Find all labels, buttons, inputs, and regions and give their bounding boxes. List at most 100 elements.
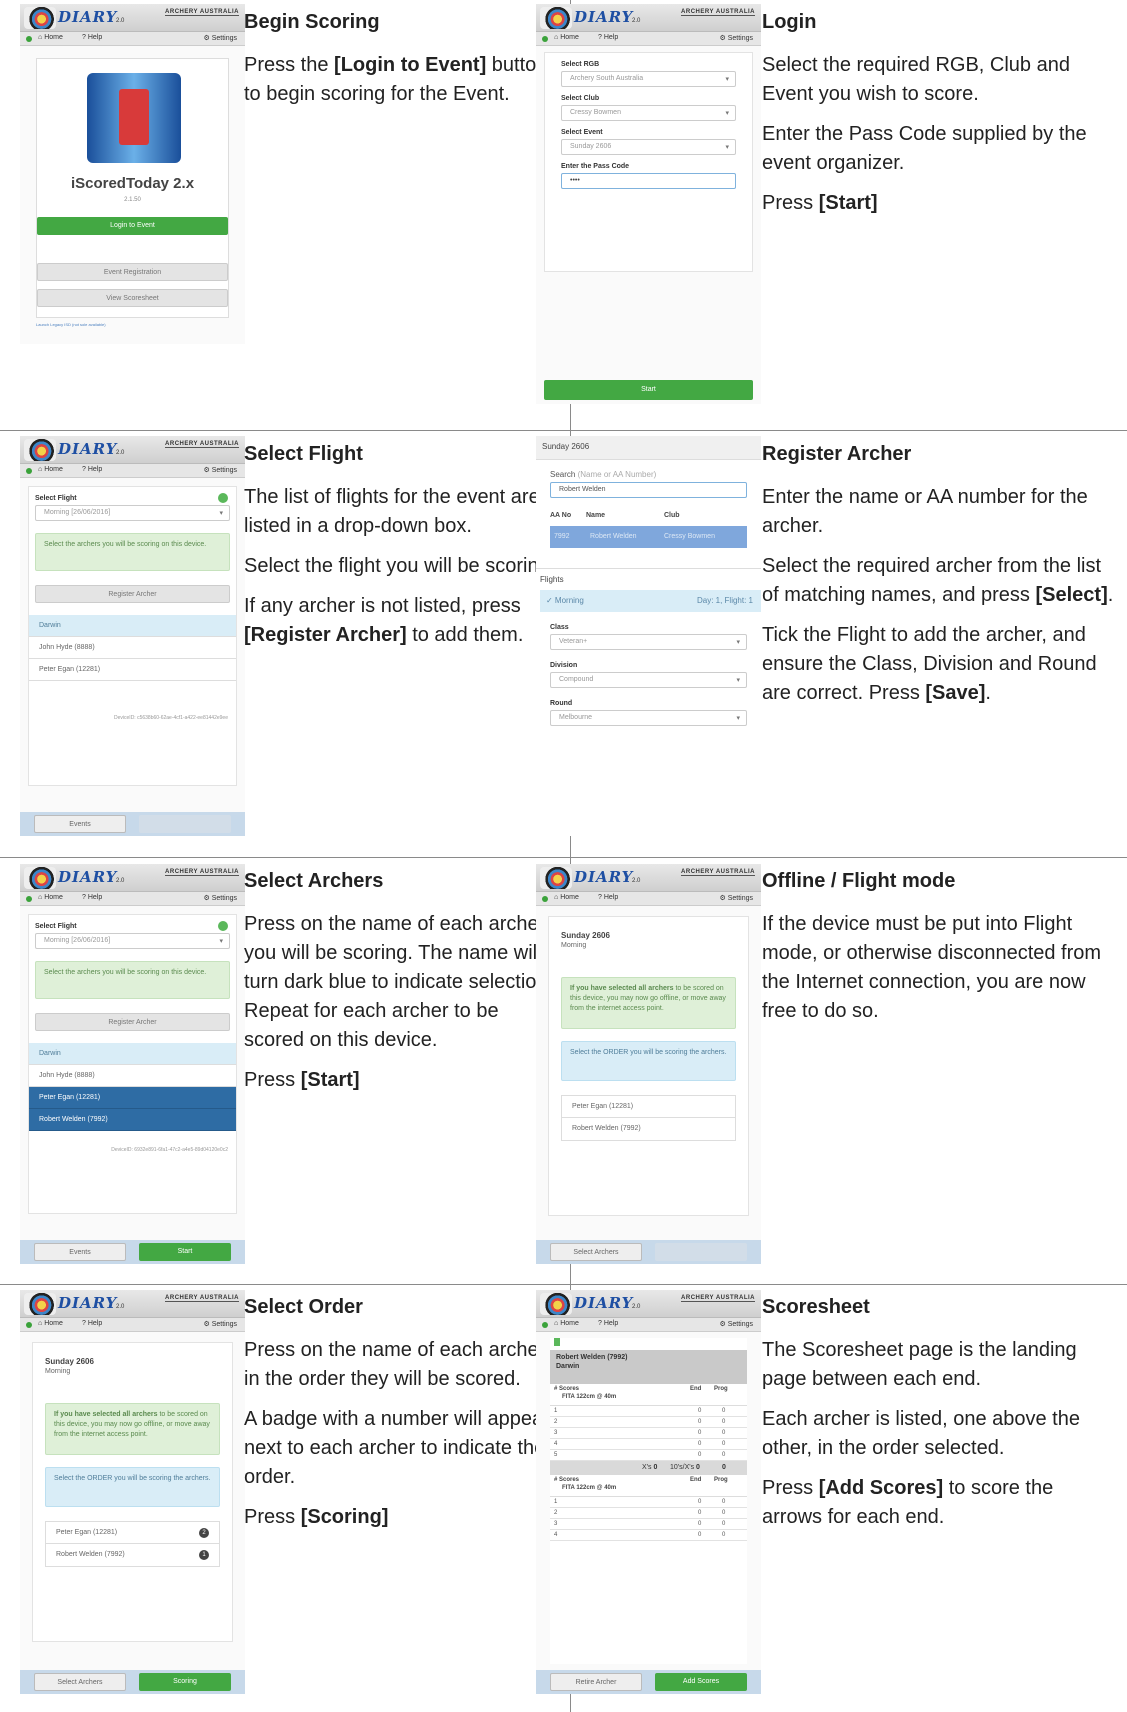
- legacy-link[interactable]: Launch Legacy ISD (not sole available): [36, 322, 229, 327]
- app-nav: ⌂ Home ? Help ⚙ Settings: [20, 1318, 245, 1332]
- home-link[interactable]: ⌂ Home: [554, 894, 579, 901]
- status-icon: [542, 36, 548, 42]
- home-link[interactable]: ⌂ Home: [554, 1320, 579, 1327]
- add-scores-button[interactable]: Add Scores: [655, 1673, 747, 1691]
- home-link[interactable]: ⌂ Home: [38, 1320, 63, 1327]
- select-archers-button[interactable]: Select Archers: [550, 1243, 642, 1261]
- archer-list-item-selected[interactable]: Robert Welden (7992): [29, 1109, 236, 1131]
- flight-label: Select Flight: [35, 923, 77, 930]
- app-version: 2.1.50: [124, 197, 141, 203]
- settings-link[interactable]: ⚙ Settings: [719, 894, 753, 902]
- phone-screenshot-scoresheet: DIARY 2.0 ARCHERY AUSTRALIA ⌂ Home ? Help ⚙…: [536, 1290, 761, 1694]
- retire-archer-button[interactable]: Retire Archer: [550, 1673, 642, 1691]
- target-icon: [24, 7, 56, 29]
- phone-screenshot-select-flight: DIARY 2.0 ARCHERY AUSTRALIA ⌂ Home ? Help ⚙…: [20, 436, 245, 836]
- step-paragraph: Press [Scoring]: [244, 1506, 389, 1528]
- round-select[interactable]: Melbourne ▾: [550, 710, 747, 726]
- order-info: Select the ORDER you will be scoring the…: [561, 1041, 736, 1081]
- scoring-button[interactable]: Scoring: [139, 1673, 231, 1691]
- archery-australia-logo: ARCHERY AUSTRALIA: [681, 869, 755, 876]
- flight-select[interactable]: Morning [26/06/2016] ▾: [35, 933, 230, 949]
- archer-list-item[interactable]: Robert Welden (7992) 1: [46, 1544, 219, 1566]
- chevron-down-icon: ▾: [725, 144, 729, 151]
- score-row: 300: [550, 1428, 747, 1439]
- settings-link[interactable]: ⚙ Settings: [203, 894, 237, 902]
- archer-list-item[interactable]: Peter Egan (12281): [562, 1096, 735, 1118]
- settings-link[interactable]: ⚙ Settings: [719, 1320, 753, 1328]
- rgb-select[interactable]: Archery South Australia ▾: [561, 71, 736, 87]
- archer-list-item-selected[interactable]: Peter Egan (12281): [29, 1087, 236, 1109]
- pass-code-input[interactable]: ••••: [561, 173, 736, 189]
- register-archer-button[interactable]: Register Archer: [35, 1013, 230, 1031]
- app-nav: ⌂ Home ? Help ⚙ Settings: [20, 32, 245, 46]
- diary-logo: DIARY 2.0: [24, 1292, 130, 1316]
- club-label: Select Club: [561, 95, 600, 102]
- event-title: Sunday 2606: [45, 1357, 94, 1366]
- club-select[interactable]: Cressy Bowmen ▾: [561, 105, 736, 121]
- events-button[interactable]: Events: [34, 1243, 126, 1261]
- pass-code-label: Enter the Pass Code: [561, 163, 630, 170]
- app-logo-image: [87, 73, 181, 163]
- archery-australia-logo: ARCHERY AUSTRALIA: [165, 441, 239, 448]
- target-icon: [540, 867, 572, 889]
- flight-checkbox-row[interactable]: ✓ Morning Day: 1, Flight: 1: [540, 590, 761, 612]
- login-to-event-button[interactable]: Login to Event: [37, 217, 228, 235]
- class-select[interactable]: Veteran+ ▾: [550, 634, 747, 650]
- offline-info: If you have selected all archers to be s…: [45, 1403, 220, 1455]
- step-title: Select Archers: [244, 870, 384, 892]
- start-button[interactable]: Start: [139, 815, 231, 833]
- help-link[interactable]: ? Help: [82, 466, 102, 473]
- home-link[interactable]: ⌂ Home: [554, 34, 579, 41]
- help-link[interactable]: ? Help: [82, 1320, 102, 1327]
- archer-list-item[interactable]: Robert Welden (7992): [562, 1118, 735, 1140]
- help-link[interactable]: ? Help: [598, 1320, 618, 1327]
- events-button[interactable]: Events: [34, 815, 126, 833]
- refresh-icon[interactable]: [218, 493, 228, 503]
- scoring-button[interactable]: Scoring: [655, 1243, 747, 1261]
- archer-list-item[interactable]: Darwin: [29, 615, 236, 637]
- event-title: Sunday 2606: [536, 436, 761, 460]
- archer-list-item[interactable]: John Hyde (8888): [29, 1065, 236, 1087]
- archer-list-item[interactable]: John Hyde (8888): [29, 637, 236, 659]
- step-title: Login: [762, 11, 817, 33]
- settings-link[interactable]: ⚙ Settings: [203, 34, 237, 42]
- flight-select[interactable]: Morning [26/06/2016] ▾: [35, 505, 230, 521]
- archery-australia-logo: ARCHERY AUSTRALIA: [165, 1295, 239, 1302]
- step-paragraph: The Scoresheet page is the landing page …: [762, 1339, 1077, 1390]
- archer-list-item[interactable]: Peter Egan (12281) 2: [46, 1522, 219, 1544]
- start-button[interactable]: Start: [544, 380, 753, 400]
- archer-list-item[interactable]: Darwin: [29, 1043, 236, 1065]
- step-title: Scoresheet: [762, 1296, 870, 1318]
- score-row: 300: [550, 1519, 747, 1530]
- register-archer-button[interactable]: Register Archer: [35, 585, 230, 603]
- select-archers-button[interactable]: Select Archers: [34, 1673, 126, 1691]
- start-button[interactable]: Start: [139, 1243, 231, 1261]
- event-select[interactable]: Sunday 2606 ▾: [561, 139, 736, 155]
- division-select[interactable]: Compound ▾: [550, 672, 747, 688]
- settings-link[interactable]: ⚙ Settings: [719, 34, 753, 42]
- help-link[interactable]: ? Help: [82, 34, 102, 41]
- settings-link[interactable]: ⚙ Settings: [203, 466, 237, 474]
- home-link[interactable]: ⌂ Home: [38, 466, 63, 473]
- refresh-icon[interactable]: [218, 921, 228, 931]
- help-link[interactable]: ? Help: [598, 894, 618, 901]
- step-title: Offline / Flight mode: [762, 870, 956, 892]
- rgb-label: Select RGB: [561, 61, 600, 68]
- flight-label: Select Flight: [35, 495, 77, 502]
- chevron-down-icon: ▾: [736, 715, 740, 722]
- view-scoresheet-button[interactable]: View Scoresheet: [37, 289, 228, 307]
- order-badge: 1: [199, 1550, 209, 1560]
- archer-list-item[interactable]: Peter Egan (12281): [29, 659, 236, 681]
- help-link[interactable]: ? Help: [598, 34, 618, 41]
- search-result-row[interactable]: 7992 Robert Welden Cressy Bowmen: [550, 526, 747, 548]
- phone-screenshot-select-order: DIARY 2.0 ARCHERY AUSTRALIA ⌂ Home ? Help ⚙…: [20, 1290, 245, 1694]
- login-form: Select RGB Archery South Australia ▾ Sele…: [544, 52, 753, 272]
- home-link[interactable]: ⌂ Home: [38, 894, 63, 901]
- archery-australia-logo: ARCHERY AUSTRALIA: [165, 869, 239, 876]
- home-link[interactable]: ⌂ Home: [38, 34, 63, 41]
- search-input[interactable]: Robert Welden: [550, 482, 747, 498]
- settings-link[interactable]: ⚙ Settings: [203, 1320, 237, 1328]
- diary-logo: DIARY 2.0: [24, 6, 130, 30]
- event-registration-button[interactable]: Event Registration: [37, 263, 228, 281]
- help-link[interactable]: ? Help: [82, 894, 102, 901]
